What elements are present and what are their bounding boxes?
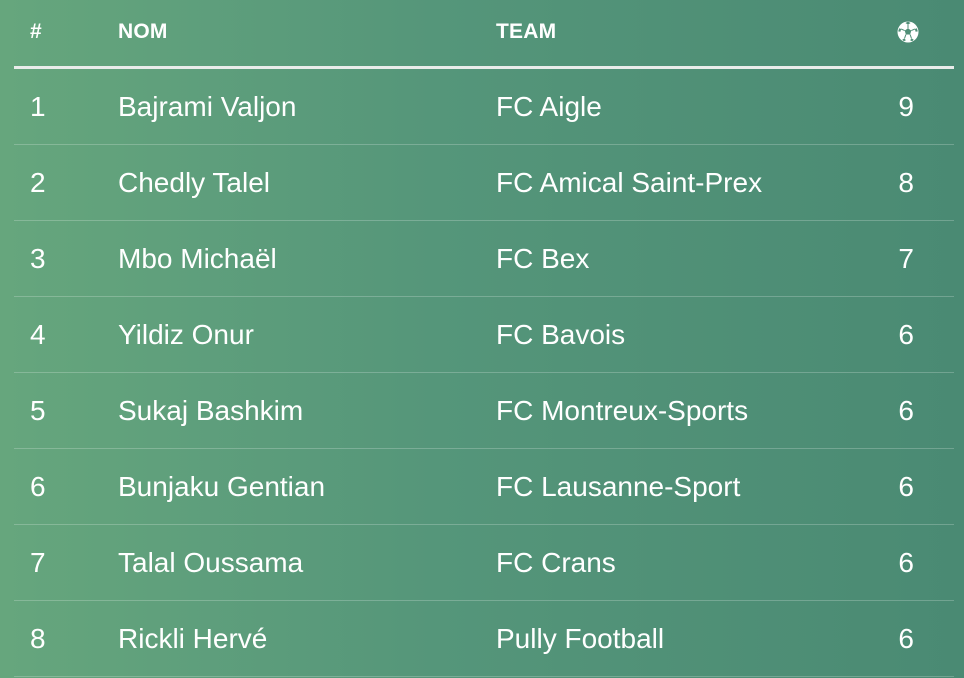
row-team: Pully Football [496,623,665,654]
table-row: 4 Yildiz Onur FC Bavois 6 [14,297,954,373]
soccer-ball-icon [896,20,920,44]
table-row: 6 Bunjaku Gentian FC Lausanne-Sport 6 [14,449,954,525]
row-team: FC Lausanne-Sport [496,471,741,502]
header-rank: # [30,20,42,43]
row-player-name: Yildiz Onur [118,319,254,350]
row-player-name: Chedly Talel [118,167,271,198]
row-goals: 6 [898,471,914,502]
row-rank: 3 [30,243,46,274]
row-goals: 9 [898,91,914,122]
header-name: NOM [118,20,168,43]
row-rank: 6 [30,471,46,502]
row-rank: 7 [30,547,46,578]
row-goals: 6 [898,395,914,426]
row-goals: 8 [898,167,914,198]
header-team: TEAM [496,20,557,43]
table-row: 7 Talal Oussama FC Crans 6 [14,525,954,601]
row-team: FC Aigle [496,91,602,122]
row-goals: 7 [898,243,914,274]
row-player-name: Rickli Hervé [118,623,268,654]
row-player-name: Sukaj Bashkim [118,395,304,426]
table-row: 3 Mbo Michaël FC Bex 7 [14,221,954,297]
scorers-table: # NOM TEAM 1 Bajrami Valjon FC Aigle 9 2… [14,0,954,677]
table-row: 1 Bajrami Valjon FC Aigle 9 [14,69,954,145]
row-rank: 1 [30,91,46,122]
row-player-name: Talal Oussama [118,547,304,578]
row-team: FC Bavois [496,319,626,350]
row-player-name: Bajrami Valjon [118,91,297,122]
row-rank: 2 [30,167,46,198]
row-player-name: Bunjaku Gentian [118,471,326,502]
row-team: FC Bex [496,243,590,274]
row-player-name: Mbo Michaël [118,243,277,274]
row-team: FC Montreux-Sports [496,395,749,426]
row-team: FC Amical Saint-Prex [496,167,763,198]
row-rank: 5 [30,395,46,426]
table-header: # NOM TEAM [14,0,954,69]
row-goals: 6 [898,319,914,350]
row-goals: 6 [898,547,914,578]
row-rank: 4 [30,319,46,350]
header-goals [896,0,920,66]
row-team: FC Crans [496,547,616,578]
row-rank: 8 [30,623,46,654]
table-row: 8 Rickli Hervé Pully Football 6 [14,601,954,677]
table-row: 2 Chedly Talel FC Amical Saint-Prex 8 [14,145,954,221]
row-goals: 6 [898,623,914,654]
table-row: 5 Sukaj Bashkim FC Montreux-Sports 6 [14,373,954,449]
